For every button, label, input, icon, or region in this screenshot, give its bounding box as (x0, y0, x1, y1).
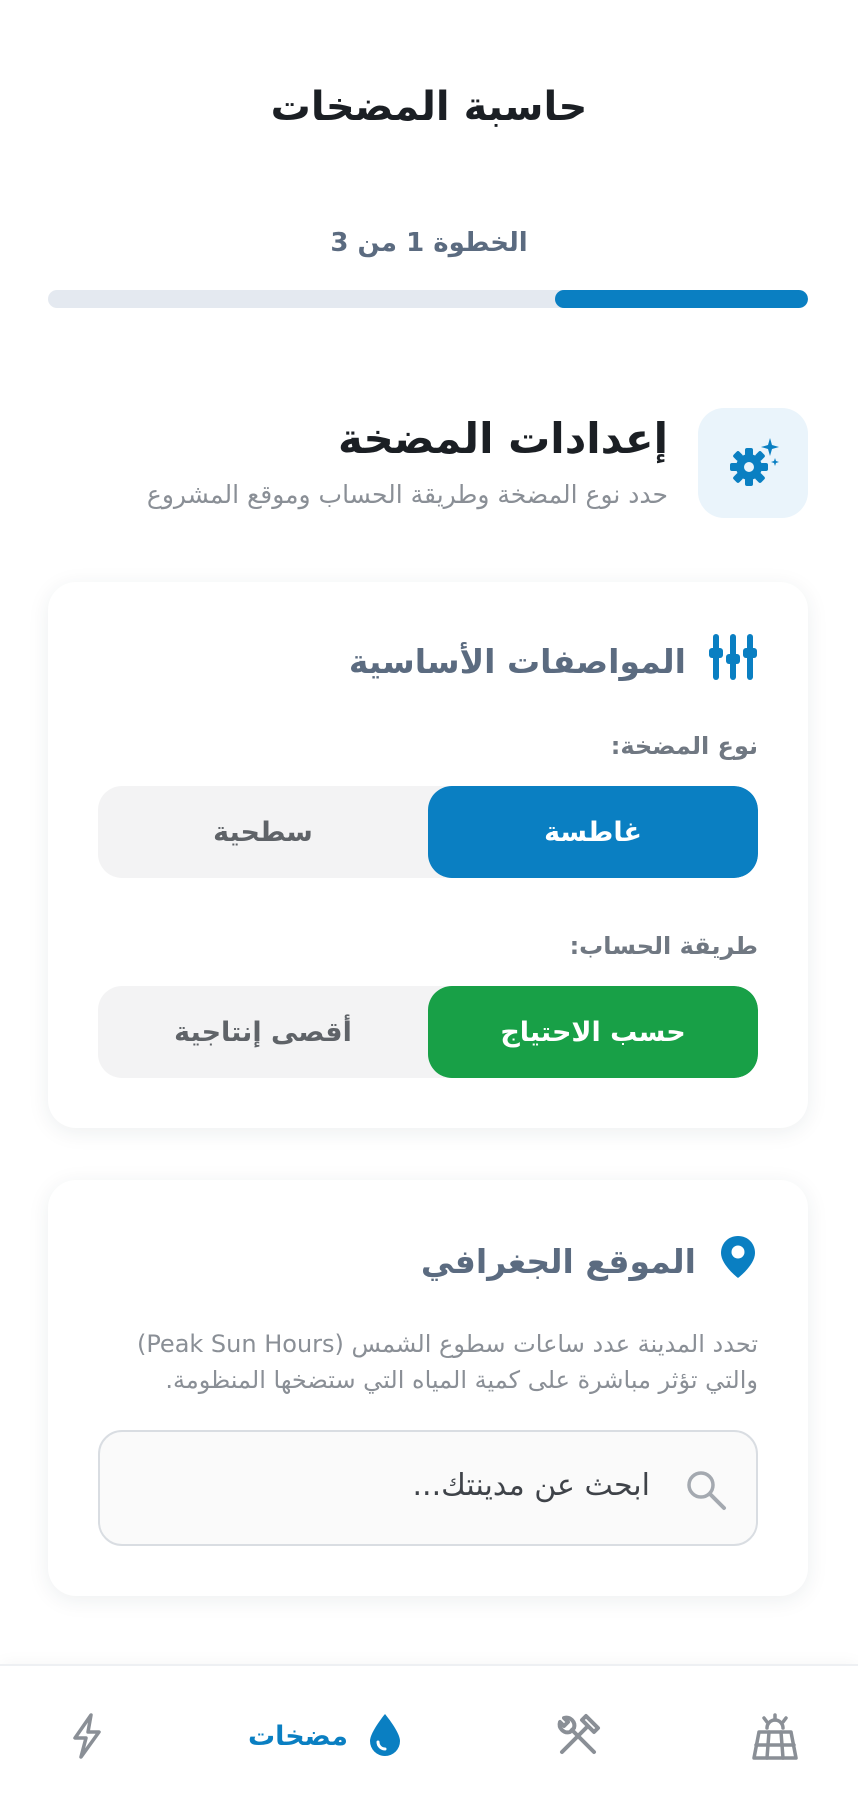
sliders-icon (708, 632, 758, 690)
location-description: تحدد المدينة عدد ساعات سطوع الشمس (Peak … (88, 1326, 758, 1398)
bottom-nav: مضخات (0, 1664, 858, 1812)
location-card-header: الموقع الجغرافي (421, 1236, 758, 1286)
calc-method-label: طريقة الحساب: (569, 932, 758, 960)
location-title: الموقع الجغرافي (420, 1241, 696, 1281)
specs-card: المواصفات الأساسية نوع المضخة: غاطسة سطح… (48, 582, 808, 1128)
page-title: حاسبة المضخات (270, 84, 588, 130)
calc-method-by-need[interactable]: حسب الاحتياج (428, 986, 758, 1078)
city-search-input[interactable]: ابحث عن مدينتك... (98, 1430, 758, 1546)
calc-method-toggle: حسب الاحتياج أقصى إنتاجية (98, 986, 758, 1078)
nav-label-pumps: مضخات (247, 1720, 348, 1752)
pump-type-label: نوع المضخة: (610, 732, 758, 760)
step-indicator: الخطوة 1 من 3 (330, 228, 528, 258)
search-placeholder: ابحث عن مدينتك... (412, 1468, 650, 1503)
section-subtitle: حدد نوع المضخة وطريقة الحساب وموقع المشر… (146, 480, 668, 509)
lightning-icon (66, 1712, 106, 1764)
section-title: إعدادات المضخة (338, 414, 668, 463)
nav-item-pumps[interactable]: مضخات (248, 1712, 404, 1760)
gear-sparkle-icon (698, 408, 808, 518)
progress-bar (48, 290, 808, 308)
nav-item-tools[interactable] (554, 1712, 602, 1764)
progress-fill (554, 290, 808, 308)
pump-type-submersible[interactable]: غاطسة (428, 786, 758, 878)
specs-title: المواصفات الأساسية (348, 641, 686, 681)
location-description-line1: تحدد المدينة عدد ساعات سطوع الشمس (Peak … (136, 1330, 758, 1358)
water-drop-icon (366, 1712, 404, 1760)
search-icon (684, 1468, 728, 1512)
location-card: الموقع الجغرافي تحدد المدينة عدد ساعات س… (48, 1180, 808, 1596)
pump-type-surface[interactable]: سطحية (98, 786, 428, 878)
nav-item-solar[interactable] (750, 1712, 800, 1766)
section-header: إعدادات المضخة حدد نوع المضخة وطريقة الح… (48, 408, 808, 518)
location-description-line2: والتي تؤثر مباشرة على كمية المياه التي س… (165, 1366, 758, 1394)
specs-card-header: المواصفات الأساسية (348, 634, 758, 686)
map-pin-icon (718, 1234, 758, 1288)
nav-item-electric[interactable] (66, 1712, 106, 1764)
solar-panel-icon (750, 1712, 800, 1766)
pump-type-toggle: غاطسة سطحية (98, 786, 758, 878)
calc-method-max-output[interactable]: أقصى إنتاجية (98, 986, 428, 1078)
tools-icon (554, 1712, 602, 1764)
